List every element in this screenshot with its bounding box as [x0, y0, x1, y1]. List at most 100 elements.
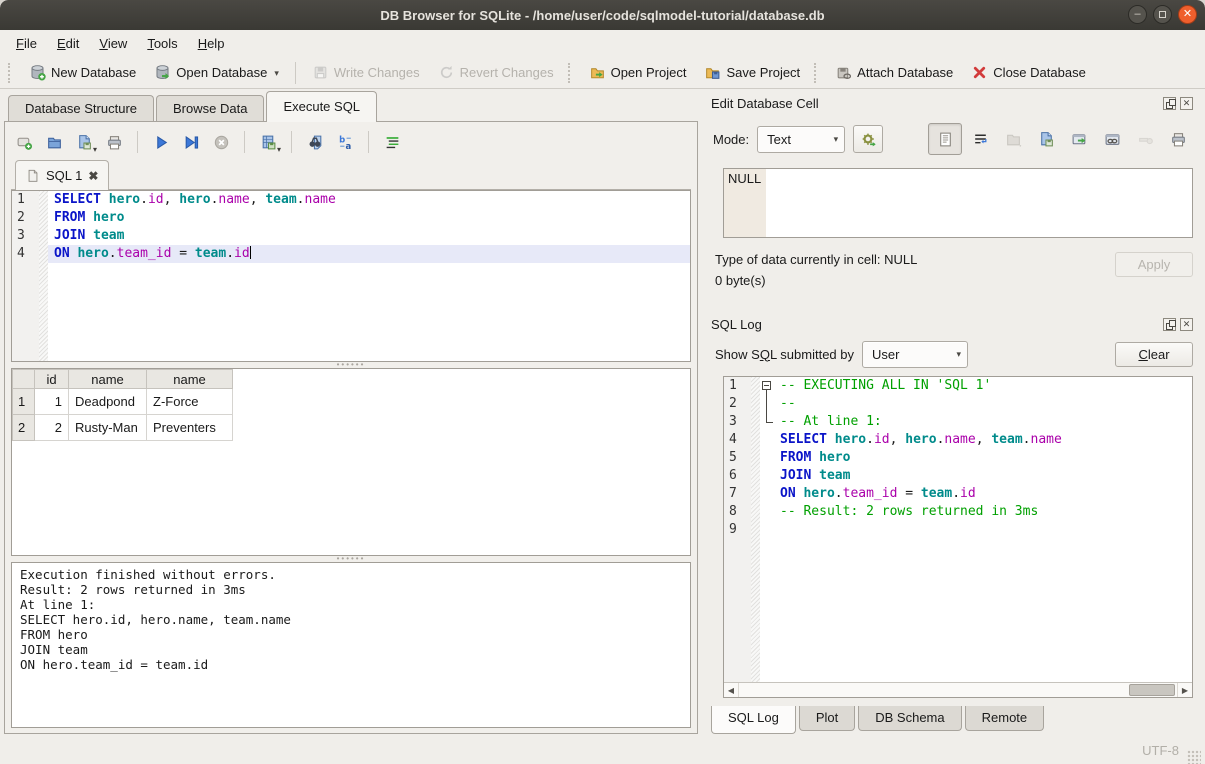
column-header-id[interactable]: id [35, 370, 69, 389]
new-database-button[interactable]: New Database [21, 61, 144, 84]
table-cell[interactable]: Z-Force [147, 389, 233, 415]
tab-execute-sql[interactable]: Execute SQL [266, 91, 377, 122]
text-mode-button[interactable] [928, 123, 962, 155]
execute-all-button[interactable] [148, 129, 174, 155]
scrollbar-track[interactable] [739, 683, 1177, 697]
sql-doc-tab-close-icon[interactable]: ✖ [88, 169, 98, 183]
tab-browse-data[interactable]: Browse Data [156, 95, 264, 122]
bottom-tab-plot[interactable]: Plot [799, 706, 855, 731]
code-line[interactable]: 3JOIN team [12, 227, 690, 245]
code-line[interactable]: 4ON hero.team_id = team.id [12, 245, 690, 263]
open-database-dropdown-icon[interactable]: ▾ [274, 68, 279, 81]
toolbar-handle[interactable] [8, 63, 15, 83]
float-panel-icon[interactable] [1163, 97, 1176, 110]
print-cell-button[interactable] [1163, 125, 1193, 153]
replace-button[interactable]: ba [332, 129, 358, 155]
row-header[interactable]: 2 [13, 415, 35, 441]
format-sql-button[interactable] [379, 129, 405, 155]
results-corner-header[interactable] [13, 370, 35, 389]
close-panel-icon[interactable]: ✕ [1180, 97, 1193, 110]
column-header-name[interactable]: name [147, 370, 233, 389]
new-tab-button[interactable] [11, 129, 37, 155]
code-line[interactable]: 4SELECT hero.id, hero.name, team.name [724, 431, 1192, 449]
menu-tools[interactable]: Tools [137, 32, 187, 55]
encoding-indicator[interactable]: UTF-8 [1142, 743, 1179, 758]
code-line[interactable]: 5FROM hero [724, 449, 1192, 467]
scrollbar-thumb[interactable] [1129, 684, 1175, 696]
minimize-button[interactable]: – [1128, 5, 1147, 24]
table-cell[interactable]: 2 [35, 415, 69, 441]
menu-edit[interactable]: Edit [47, 32, 89, 55]
menu-file[interactable]: File [6, 32, 47, 55]
results-table[interactable]: idnamename11DeadpondZ-Force22Rusty-ManPr… [12, 369, 233, 441]
code-line[interactable]: 2-- [724, 395, 1192, 413]
table-cell[interactable]: 1 [35, 389, 69, 415]
fold-margin [751, 377, 760, 395]
code-line[interactable]: 6JOIN team [724, 467, 1192, 485]
line-number: 5 [724, 449, 751, 467]
bottom-tab-remote[interactable]: Remote [965, 706, 1045, 731]
tab-database-structure[interactable]: Database Structure [8, 95, 154, 122]
open-sql-file-icon [46, 134, 63, 151]
cell-value-editor[interactable]: NULL [723, 168, 1193, 238]
column-header-name[interactable]: name [69, 370, 147, 389]
resize-grip[interactable] [1187, 750, 1201, 764]
toolbar-handle[interactable] [814, 63, 821, 83]
execute-line-button[interactable] [178, 129, 204, 155]
table-row[interactable]: 11DeadpondZ-Force [13, 389, 233, 415]
clear-log-button[interactable]: Clear [1115, 342, 1193, 367]
code-line[interactable]: 8-- Result: 2 rows returned in 3ms [724, 503, 1192, 521]
table-cell[interactable]: Rusty-Man [69, 415, 147, 441]
table-row[interactable]: 22Rusty-ManPreventers [13, 415, 233, 441]
scroll-left-arrow-icon[interactable]: ◀ [724, 683, 739, 697]
float-panel-icon[interactable] [1163, 318, 1176, 331]
open-sql-file-button[interactable] [41, 129, 67, 155]
open-database-button[interactable]: Open Database ▾ [146, 61, 287, 84]
mode-combobox[interactable]: Text ▾ [757, 126, 845, 153]
scroll-right-arrow-icon[interactable]: ▶ [1177, 683, 1192, 697]
maximize-button[interactable] [1153, 5, 1172, 24]
word-wrap-button[interactable] [965, 125, 995, 153]
code-line[interactable]: 9 [724, 521, 1192, 539]
save-results-button[interactable]: ▾ [255, 129, 281, 155]
find-button[interactable] [302, 129, 328, 155]
attach-database-button[interactable]: Attach Database [827, 61, 961, 84]
save-sql-file-button[interactable]: ▾ [71, 129, 97, 155]
fold-marker[interactable] [760, 413, 774, 431]
fold-marker[interactable] [760, 377, 774, 395]
code-line[interactable]: 1-- EXECUTING ALL IN 'SQL 1' [724, 377, 1192, 395]
code-line[interactable]: 3-- At line 1: [724, 413, 1192, 431]
code-line[interactable]: 7ON hero.team_id = team.id [724, 485, 1192, 503]
code-line[interactable]: 1SELECT hero.id, hero.name, team.name [12, 191, 690, 209]
close-panel-icon[interactable]: ✕ [1180, 318, 1193, 331]
menu-help[interactable]: Help [188, 32, 235, 55]
export-cell-button[interactable] [1064, 125, 1094, 153]
row-header[interactable]: 1 [13, 389, 35, 415]
text-cursor [250, 246, 251, 259]
submitted-by-combobox[interactable]: User ▾ [862, 341, 968, 368]
fold-marker[interactable] [760, 395, 774, 413]
table-cell[interactable]: Deadpond [69, 389, 147, 415]
print-button[interactable] [101, 129, 127, 155]
log-horizontal-scrollbar[interactable]: ◀ ▶ [724, 682, 1192, 697]
code-line[interactable]: 2FROM hero [12, 209, 690, 227]
close-button[interactable]: ✕ [1178, 5, 1197, 24]
sql-doc-tab[interactable]: SQL 1 ✖ [15, 160, 109, 190]
save-sql-dropdown-icon[interactable]: ▾ [93, 145, 97, 154]
link-cell-button[interactable] [1097, 125, 1127, 153]
import-cell-button[interactable] [1031, 125, 1061, 153]
open-project-button[interactable]: Open Project [581, 61, 695, 84]
auto-switch-mode-button[interactable] [853, 125, 883, 153]
sql-editor[interactable]: 1SELECT hero.id, hero.name, team.name2FR… [11, 190, 691, 362]
save-project-button[interactable]: Save Project [696, 61, 808, 84]
bottom-tab-sql-log[interactable]: SQL Log [711, 706, 796, 734]
window-controls: – ✕ [1128, 5, 1197, 24]
menu-view[interactable]: View [89, 32, 137, 55]
save-results-dropdown-icon[interactable]: ▾ [277, 145, 281, 154]
table-cell[interactable]: Preventers [147, 415, 233, 441]
close-database-button[interactable]: Close Database [963, 61, 1094, 84]
toolbar-handle[interactable] [568, 63, 575, 83]
sql-log-view[interactable]: 1-- EXECUTING ALL IN 'SQL 1'2--3-- At li… [723, 376, 1193, 698]
word-wrap-icon [972, 131, 989, 148]
bottom-tab-db-schema[interactable]: DB Schema [858, 706, 961, 731]
